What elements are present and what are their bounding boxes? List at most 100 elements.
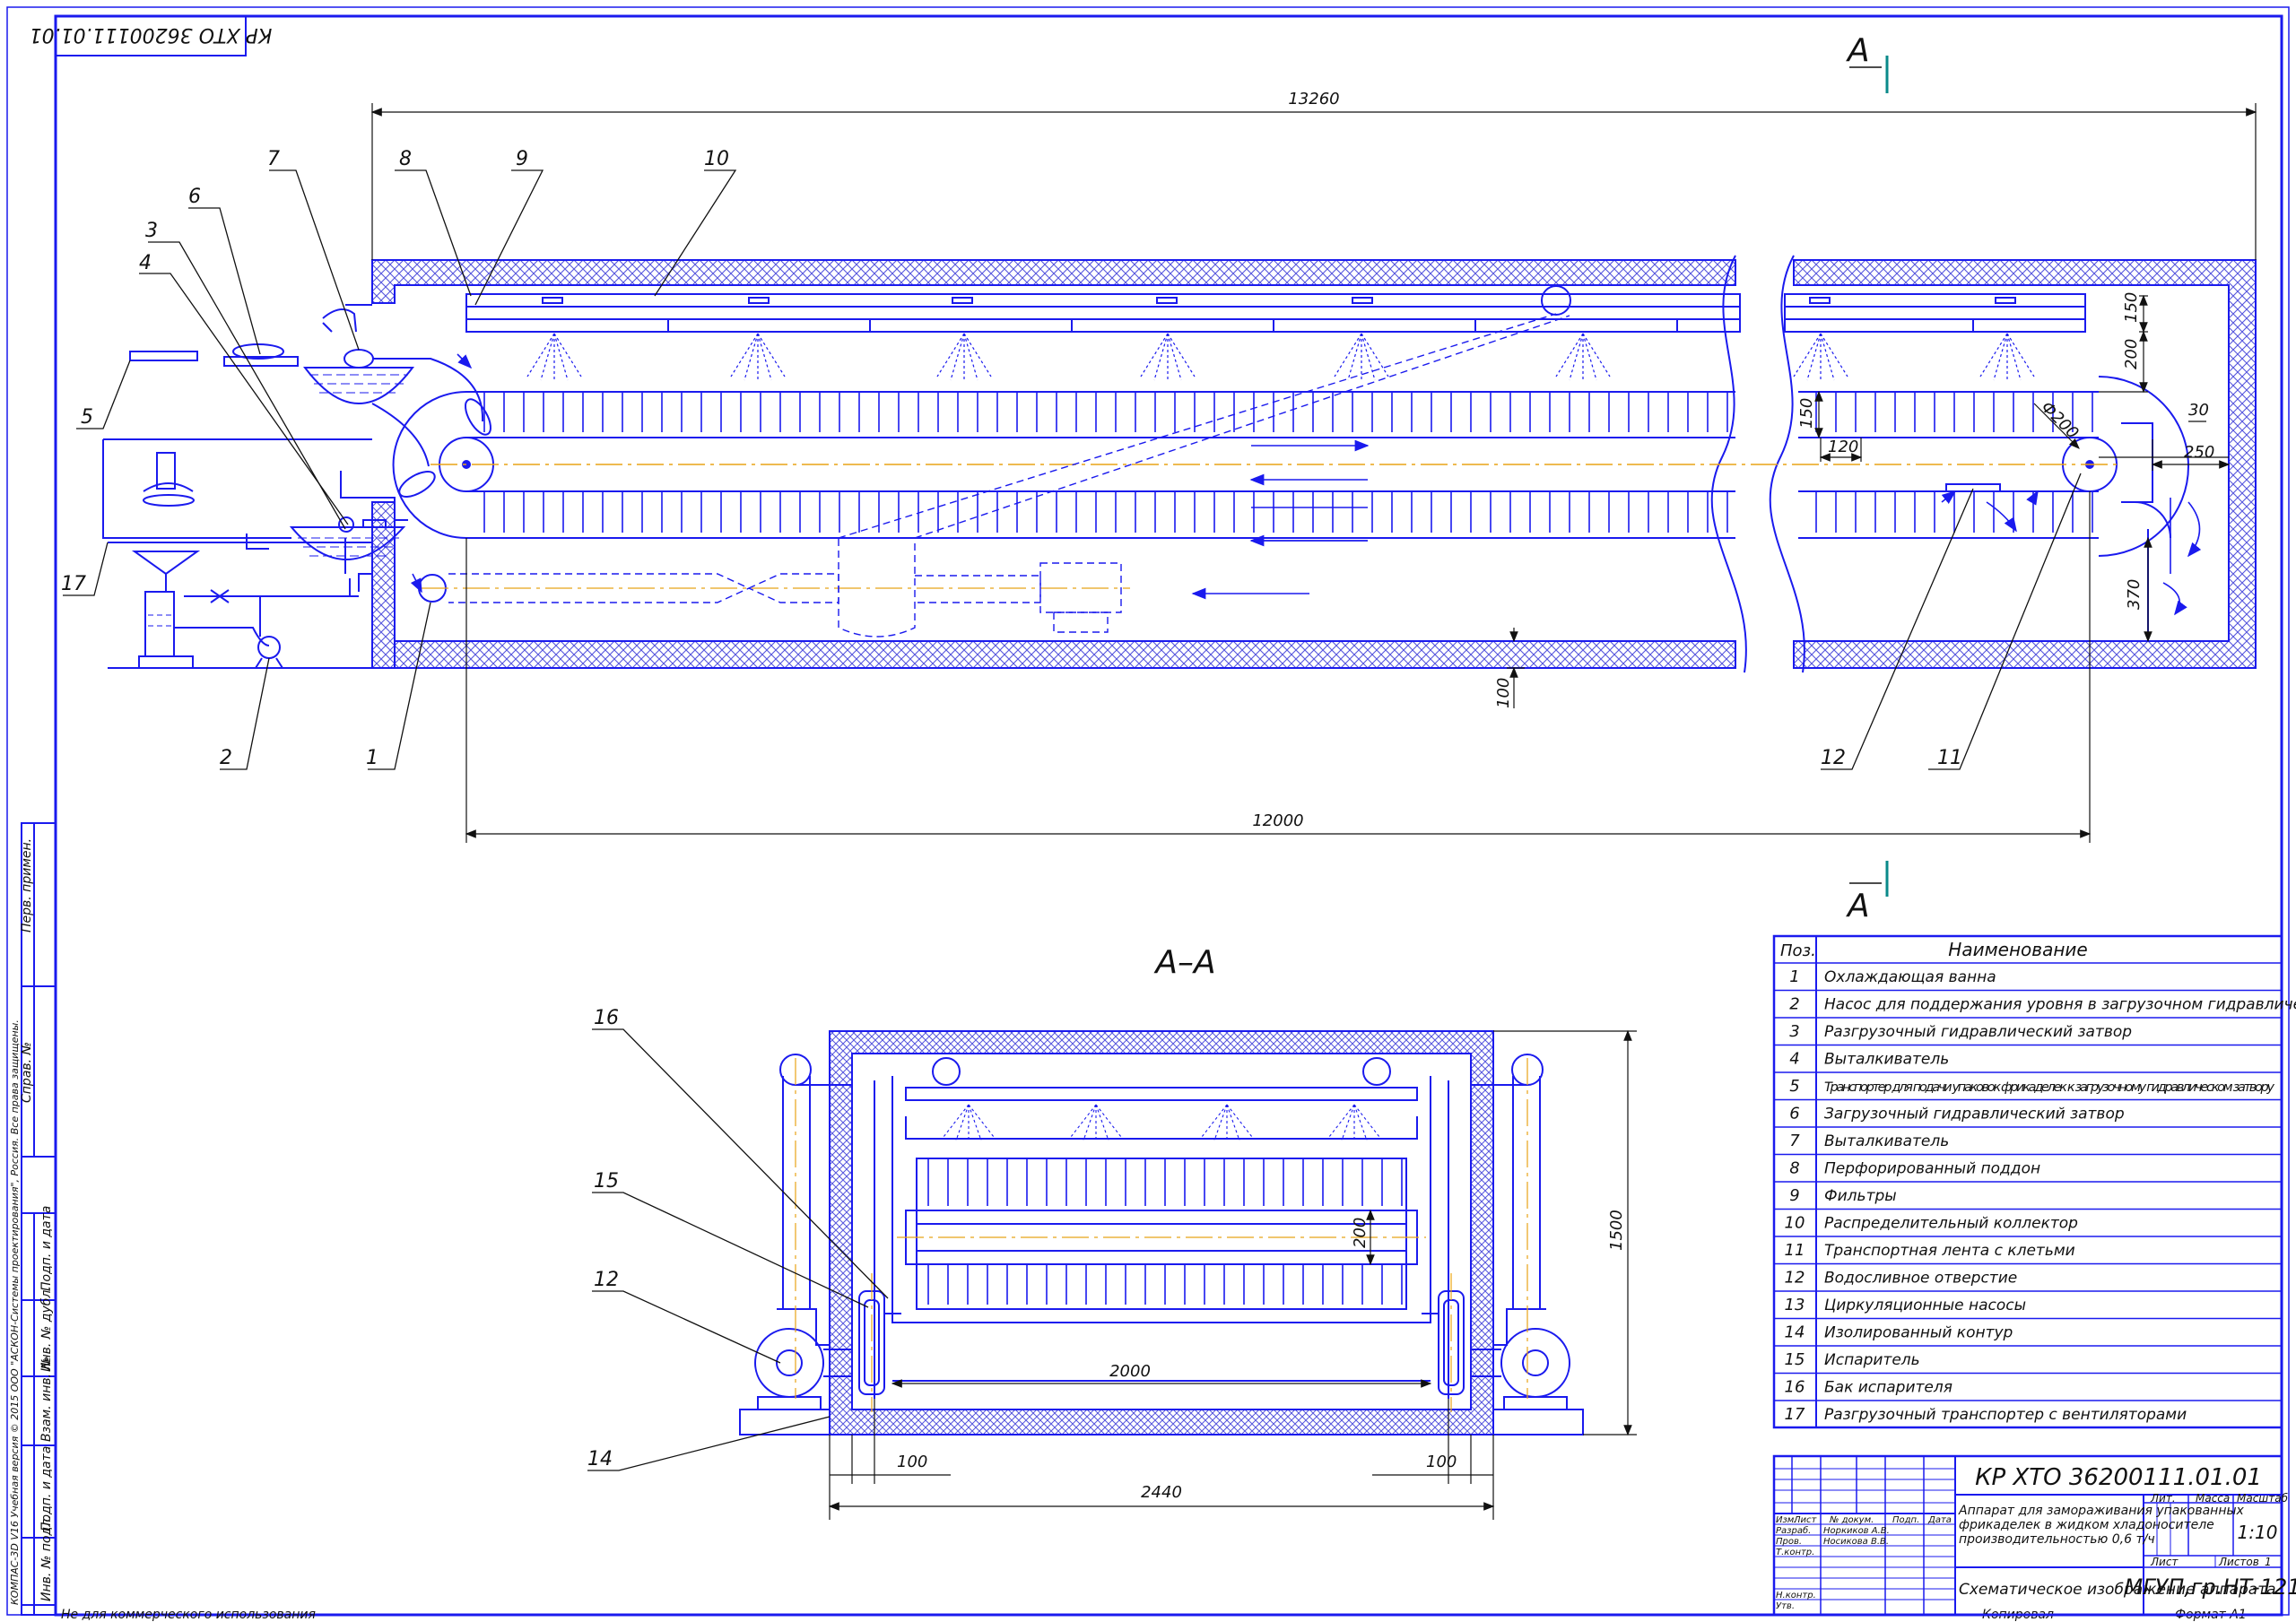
- tb-massa: Масса: [2196, 1492, 2230, 1505]
- spray-nozzles: [526, 333, 2035, 382]
- parts-row-name: Разгрузочный транспортер с вентиляторами: [1824, 1406, 2187, 1424]
- parts-row-pos: 4: [1789, 1050, 1799, 1069]
- side-inv-podl: Инв. № подл.: [39, 1514, 54, 1601]
- callout-4: 4: [139, 252, 152, 274]
- parts-row-pos: 3: [1789, 1022, 1799, 1041]
- dim-150-top: 150: [2122, 292, 2141, 323]
- callout-11: 11: [1937, 747, 1962, 769]
- dim-phi200: Ф200: [2037, 398, 2082, 443]
- sec-dim-1500: 1500: [1607, 1210, 1626, 1251]
- sec-callout-16: 16: [594, 1007, 619, 1029]
- callout-8: 8: [399, 148, 412, 170]
- dim-100-bottom: 100: [1494, 678, 1513, 708]
- parts-row-pos: 7: [1789, 1132, 1800, 1150]
- sec-dim-100-left: 100: [897, 1453, 927, 1471]
- parts-row-pos: 6: [1789, 1105, 1799, 1123]
- tb-role-razrab: Разраб.: [1776, 1525, 1811, 1536]
- callout-5: 5: [81, 406, 93, 429]
- tb-list-label: Лист: [2150, 1556, 2179, 1568]
- sec-callout-12: 12: [594, 1269, 619, 1291]
- dim-200: 200: [2122, 339, 2141, 369]
- inner-frame: [54, 14, 2283, 1617]
- parts-row-pos: 8: [1789, 1159, 1799, 1178]
- tb-title-line-1: Аппарат для замораживания упакованных: [1958, 1504, 2245, 1518]
- callout-17: 17: [61, 573, 86, 595]
- parts-row-name: Охлаждающая ванна: [1824, 968, 1996, 986]
- stamp-rotated: КР ХТО 36200111.01.01: [30, 23, 273, 46]
- parts-row-pos: 12: [1785, 1269, 1805, 1288]
- dim-12000: 12000: [1252, 811, 1303, 830]
- section-view: А–А 1500 200 2000 2440 100 100 16 15 12 …: [587, 944, 1637, 1520]
- parts-row-pos: 17: [1785, 1405, 1805, 1424]
- sec-callout-14: 14: [587, 1448, 613, 1470]
- parts-row-name: Водосливное отверстие: [1824, 1270, 2017, 1288]
- sec-dim-2000: 2000: [1109, 1362, 1151, 1381]
- tb-role-tkontr: Т.контр.: [1776, 1548, 1814, 1557]
- parts-header-name: Наименование: [1948, 939, 2087, 960]
- parts-row-pos: 1: [1789, 967, 1799, 986]
- parts-row-pos: 14: [1785, 1323, 1805, 1342]
- parts-row-name: Транспортер для подачи упаковок фрикадел…: [1824, 1080, 2274, 1095]
- dim-30: 30: [2188, 401, 2209, 420]
- dim-120: 120: [1828, 438, 1858, 456]
- callout-1: 1: [366, 747, 378, 769]
- callout-9: 9: [516, 148, 528, 170]
- parts-row-pos: 13: [1785, 1296, 1805, 1314]
- side-podp-data-1: Подп. и дата: [39, 1206, 54, 1291]
- tb-code: КР ХТО 36200111.01.01: [1975, 1464, 2262, 1491]
- callout-3: 3: [145, 220, 158, 242]
- parts-row-name: Перфорированный поддон: [1824, 1160, 2040, 1178]
- parts-row-pos: 15: [1785, 1350, 1805, 1369]
- footer-note: Не для коммерческого использования: [61, 1608, 316, 1622]
- tb-col-list: Лист: [1793, 1515, 1818, 1525]
- callout-7: 7: [267, 148, 280, 170]
- sec-callout-15: 15: [594, 1170, 619, 1193]
- callout-2: 2: [220, 747, 232, 769]
- parts-row-name: Разгрузочный гидравлический затвор: [1824, 1023, 2132, 1041]
- parts-row-name: Насос для поддержания уровня в загрузочн…: [1824, 996, 2296, 1014]
- side-sprav-no: Справ. №: [20, 1042, 34, 1103]
- parts-row-name: Транспортная лента с клетьми: [1824, 1242, 2075, 1260]
- sec-dim-100-right: 100: [1426, 1453, 1457, 1471]
- sec-dim-2440: 2440: [1141, 1483, 1182, 1502]
- parts-row-pos: 16: [1785, 1378, 1805, 1397]
- technical-drawing: КР ХТО 36200111.01.01 Перв. примен. Спра…: [6, 6, 2296, 1622]
- tb-title-line-3: производительностью 0,6 т/ч: [1959, 1532, 2155, 1547]
- tb-lit: Лит.: [2150, 1492, 2176, 1505]
- parts-header-pos: Поз.: [1780, 941, 1816, 960]
- tb-role-nkontr: Н.контр.: [1776, 1591, 1816, 1600]
- tb-name-prov: Носикова В.В.: [1823, 1537, 1889, 1547]
- parts-row-name: Распределительный коллектор: [1824, 1215, 2078, 1233]
- tb-masshtab: Масштаб: [2237, 1492, 2289, 1505]
- parts-row-pos: 2: [1789, 995, 1799, 1014]
- tb-col-date: Дата: [1927, 1515, 1952, 1525]
- loading-station: [102, 304, 484, 669]
- parts-row-pos: 11: [1785, 1241, 1805, 1260]
- parts-row-name: Испаритель: [1824, 1351, 1920, 1369]
- callout-12: 12: [1821, 747, 1846, 769]
- parts-row-pos: 5: [1789, 1077, 1799, 1096]
- dim-150-left: 150: [1797, 398, 1816, 429]
- side-copyright: КОМПАС-3D V16 Учебная версия © 2015 ООО …: [9, 1019, 21, 1605]
- parts-row-name: Загрузочный гидравлический затвор: [1824, 1106, 2125, 1123]
- tb-title-line-2: фрикаделек в жидком хладоносителе: [1959, 1518, 2214, 1532]
- parts-row-name: Циркуляционные насосы: [1824, 1297, 2026, 1314]
- parts-row-name: Изолированный контур: [1824, 1324, 2013, 1342]
- section-title: А–А: [1153, 944, 1215, 981]
- dim-13260: 13260: [1288, 90, 1339, 108]
- tb-listov-value: 1: [2265, 1556, 2272, 1568]
- parts-row-name: Выталкиватель: [1824, 1132, 1949, 1150]
- sec-dim-200: 200: [1351, 1218, 1370, 1248]
- parts-row-pos: 9: [1789, 1186, 1799, 1205]
- section-mark-top: А: [1846, 32, 1870, 69]
- tb-role-prov: Пров.: [1776, 1537, 1802, 1547]
- callout-10: 10: [704, 148, 729, 170]
- tb-scale: 1:10: [2238, 1522, 2278, 1543]
- parts-table: Поз. Наименование 1 Охлаждающая ванна 2 Нас…: [1772, 934, 2296, 1429]
- tb-name-razrab: Норкиков А.В.: [1823, 1526, 1890, 1536]
- parts-row-name: Фильтры: [1824, 1187, 1897, 1205]
- parts-row-name: Бак испарителя: [1824, 1379, 1952, 1397]
- tb-col-doc: № докум.: [1829, 1515, 1874, 1525]
- tb-role-utv: Утв.: [1776, 1601, 1795, 1611]
- side-perv-primen: Перв. примен.: [20, 838, 34, 932]
